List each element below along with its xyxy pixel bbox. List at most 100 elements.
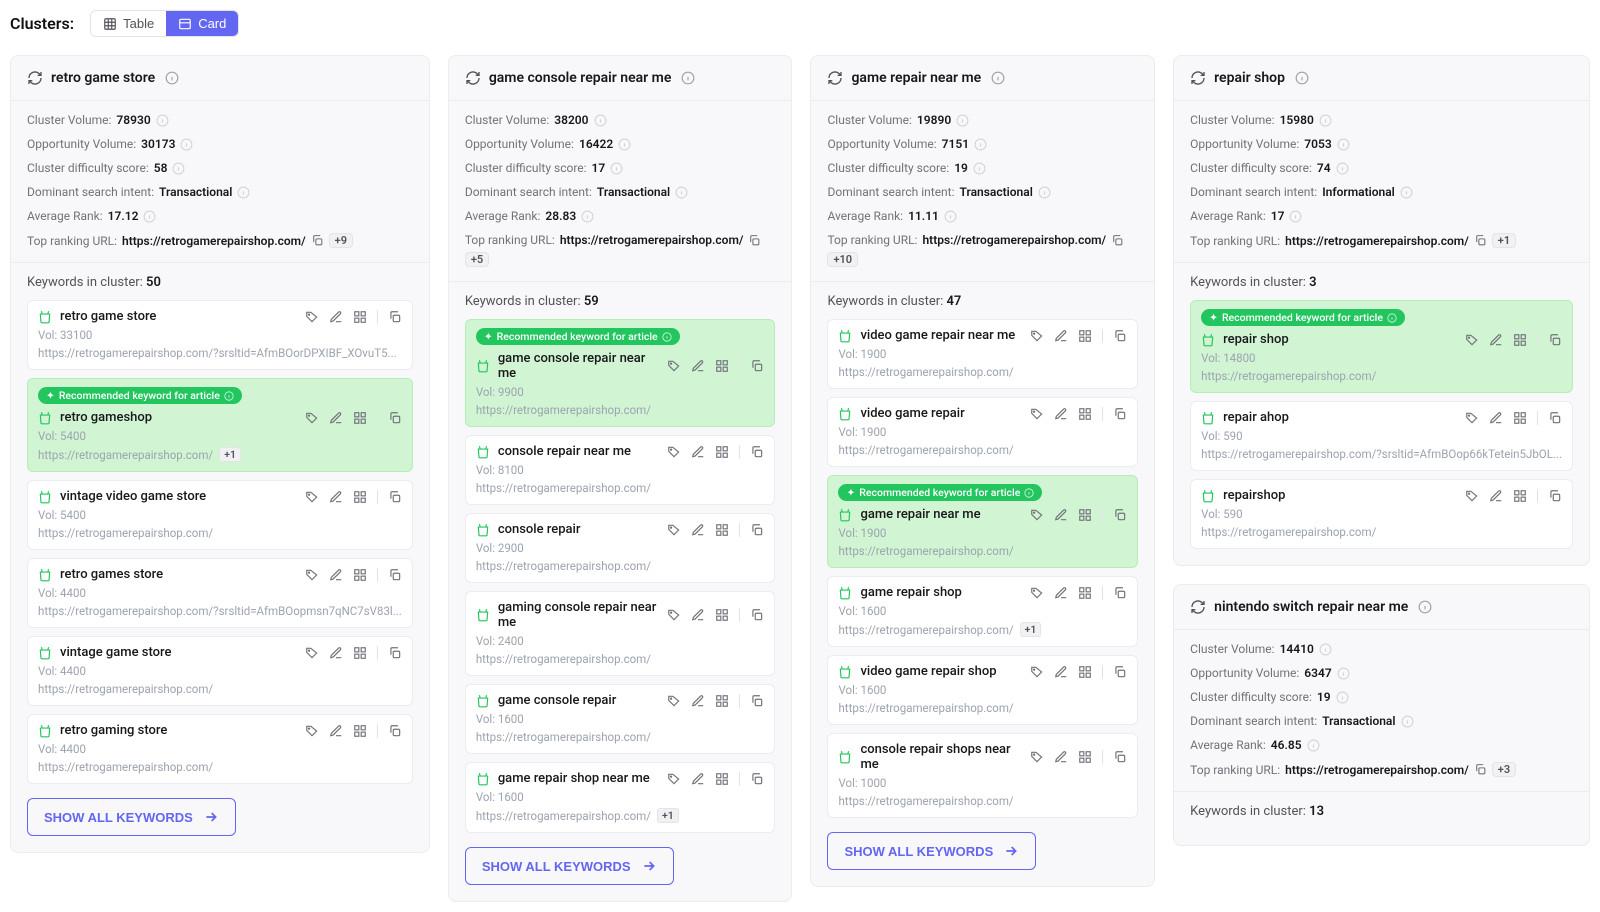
edit-icon[interactable] <box>691 445 705 459</box>
edit-icon[interactable] <box>691 359 705 373</box>
duplicate-icon[interactable] <box>388 411 402 425</box>
tag-icon[interactable] <box>1465 411 1479 425</box>
tag-icon[interactable] <box>667 608 681 622</box>
edit-icon[interactable] <box>1489 489 1503 503</box>
grid-icon[interactable] <box>715 694 729 708</box>
show-all-keywords-button[interactable]: SHOW ALL KEYWORDS <box>27 798 236 836</box>
duplicate-icon[interactable] <box>1548 411 1562 425</box>
duplicate-icon[interactable] <box>388 490 402 504</box>
copy-icon[interactable] <box>1474 234 1487 247</box>
tag-icon[interactable] <box>667 694 681 708</box>
edit-icon[interactable] <box>329 724 343 738</box>
keyword-item[interactable]: repairshopVol: 590https://retrogamerepai… <box>1190 479 1573 549</box>
keyword-item[interactable]: game repair shop near meVol: 1600https:/… <box>465 762 776 833</box>
tag-icon[interactable] <box>667 523 681 537</box>
edit-icon[interactable] <box>1054 750 1068 764</box>
grid-icon[interactable] <box>1078 750 1092 764</box>
duplicate-icon[interactable] <box>388 646 402 660</box>
copy-icon[interactable] <box>311 234 324 247</box>
duplicate-icon[interactable] <box>1113 586 1127 600</box>
keyword-item[interactable]: ✦Recommended keyword for articlegame rep… <box>827 475 1138 568</box>
keyword-item[interactable]: retro game storeVol: 33100https://retrog… <box>27 300 413 370</box>
copy-icon[interactable] <box>748 234 761 247</box>
duplicate-icon[interactable] <box>750 772 764 786</box>
tag-icon[interactable] <box>1030 508 1044 522</box>
keyword-item[interactable]: console repairVol: 2900https://retrogame… <box>465 513 776 583</box>
edit-icon[interactable] <box>1054 665 1068 679</box>
tag-icon[interactable] <box>1465 489 1479 503</box>
tag-icon[interactable] <box>1030 750 1044 764</box>
edit-icon[interactable] <box>1054 508 1068 522</box>
grid-icon[interactable] <box>715 772 729 786</box>
tag-icon[interactable] <box>667 359 681 373</box>
keyword-item[interactable]: gaming console repair near meVol: 2400ht… <box>465 591 776 676</box>
duplicate-icon[interactable] <box>1113 750 1127 764</box>
grid-icon[interactable] <box>715 445 729 459</box>
tag-icon[interactable] <box>305 490 319 504</box>
edit-icon[interactable] <box>1054 407 1068 421</box>
grid-icon[interactable] <box>1078 508 1092 522</box>
grid-icon[interactable] <box>353 490 367 504</box>
tag-icon[interactable] <box>667 445 681 459</box>
view-table-button[interactable]: Table <box>91 11 166 36</box>
keyword-item[interactable]: ✦Recommended keyword for articlerepair s… <box>1190 300 1573 393</box>
edit-icon[interactable] <box>1054 329 1068 343</box>
keyword-item[interactable]: ✦Recommended keyword for articlegame con… <box>465 319 776 427</box>
edit-icon[interactable] <box>691 608 705 622</box>
grid-icon[interactable] <box>715 608 729 622</box>
grid-icon[interactable] <box>1513 333 1527 347</box>
keyword-item[interactable]: vintage video game storeVol: 5400https:/… <box>27 480 413 550</box>
duplicate-icon[interactable] <box>1113 407 1127 421</box>
grid-icon[interactable] <box>1078 586 1092 600</box>
duplicate-icon[interactable] <box>750 359 764 373</box>
keyword-item[interactable]: console repair near meVol: 8100https://r… <box>465 435 776 505</box>
keyword-item[interactable]: retro gaming storeVol: 4400https://retro… <box>27 714 413 784</box>
edit-icon[interactable] <box>1489 411 1503 425</box>
grid-icon[interactable] <box>1513 489 1527 503</box>
duplicate-icon[interactable] <box>750 445 764 459</box>
grid-icon[interactable] <box>715 523 729 537</box>
edit-icon[interactable] <box>329 411 343 425</box>
tag-icon[interactable] <box>305 310 319 324</box>
grid-icon[interactable] <box>353 568 367 582</box>
tag-icon[interactable] <box>305 568 319 582</box>
duplicate-icon[interactable] <box>750 608 764 622</box>
keyword-item[interactable]: repair ahopVol: 590https://retrogamerepa… <box>1190 401 1573 471</box>
edit-icon[interactable] <box>329 646 343 660</box>
view-card-button[interactable]: Card <box>166 11 238 36</box>
show-all-keywords-button[interactable]: SHOW ALL KEYWORDS <box>465 847 674 885</box>
grid-icon[interactable] <box>353 310 367 324</box>
tag-icon[interactable] <box>1030 329 1044 343</box>
tag-icon[interactable] <box>1030 407 1044 421</box>
tag-icon[interactable] <box>1030 586 1044 600</box>
duplicate-icon[interactable] <box>1113 508 1127 522</box>
edit-icon[interactable] <box>1054 586 1068 600</box>
keyword-item[interactable]: console repair shops near meVol: 1000htt… <box>827 733 1138 818</box>
duplicate-icon[interactable] <box>750 694 764 708</box>
grid-icon[interactable] <box>1078 329 1092 343</box>
keyword-item[interactable]: ✦Recommended keyword for articleretro ga… <box>27 378 413 472</box>
tag-icon[interactable] <box>1465 333 1479 347</box>
duplicate-icon[interactable] <box>388 568 402 582</box>
duplicate-icon[interactable] <box>1113 665 1127 679</box>
duplicate-icon[interactable] <box>1548 333 1562 347</box>
duplicate-icon[interactable] <box>750 523 764 537</box>
duplicate-icon[interactable] <box>1548 489 1562 503</box>
keyword-item[interactable]: game repair shopVol: 1600https://retroga… <box>827 576 1138 647</box>
grid-icon[interactable] <box>1513 411 1527 425</box>
edit-icon[interactable] <box>329 490 343 504</box>
tag-icon[interactable] <box>305 724 319 738</box>
grid-icon[interactable] <box>1078 665 1092 679</box>
grid-icon[interactable] <box>1078 407 1092 421</box>
copy-icon[interactable] <box>1111 234 1124 247</box>
keyword-item[interactable]: game console repairVol: 1600https://retr… <box>465 684 776 754</box>
keyword-item[interactable]: video game repair shopVol: 1600https://r… <box>827 655 1138 725</box>
tag-icon[interactable] <box>305 646 319 660</box>
keyword-item[interactable]: vintage game storeVol: 4400https://retro… <box>27 636 413 706</box>
edit-icon[interactable] <box>691 694 705 708</box>
edit-icon[interactable] <box>1489 333 1503 347</box>
duplicate-icon[interactable] <box>388 724 402 738</box>
show-all-keywords-button[interactable]: SHOW ALL KEYWORDS <box>827 832 1036 870</box>
grid-icon[interactable] <box>715 359 729 373</box>
copy-icon[interactable] <box>1474 763 1487 776</box>
